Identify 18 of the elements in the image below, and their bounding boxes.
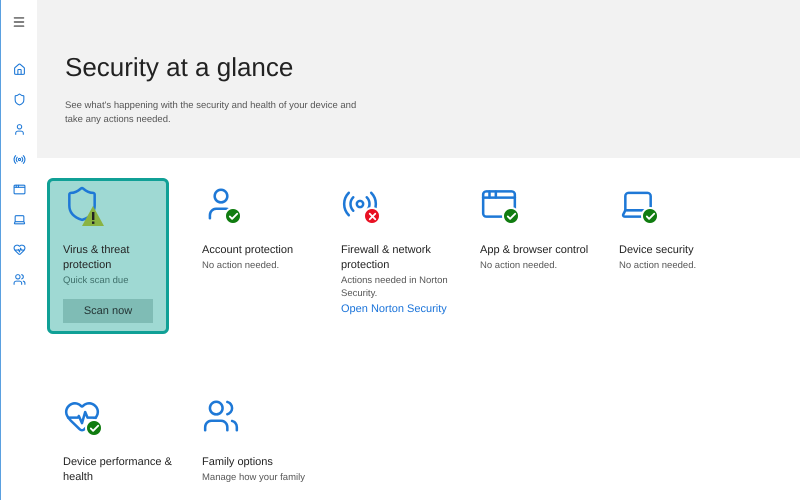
tile-title: Virus & threat protection (63, 243, 130, 273)
tile-title: Device security (619, 243, 695, 258)
page-title: Security at a glance (65, 51, 294, 84)
tile-title: Firewall & network protection (341, 243, 432, 273)
tile-status: No action needed. (202, 259, 280, 272)
tile-title: Account protection (202, 243, 294, 258)
norton-link[interactable]: Open Norton Security (341, 302, 447, 317)
tile-status: Quick scan due (63, 274, 130, 287)
page-subtitle: See what's happening with the security and health of your device and take any actions needed. (65, 99, 358, 127)
tile-status: Actions needed in Norton Security. (341, 274, 449, 300)
tile-status: No action needed. (480, 259, 558, 272)
selected-tile[interactable]: Virus & threat protection Quick scan due Scan now (47, 178, 169, 334)
tile-title: Family options (202, 455, 274, 470)
tile-status: No action needed. (619, 259, 698, 272)
tile-title: App & browser control (480, 243, 590, 258)
tile-status: Manage how your family (202, 471, 306, 484)
tile-title: Device performance & health (63, 455, 173, 485)
scan-now-button[interactable]: Scan now (63, 299, 153, 323)
